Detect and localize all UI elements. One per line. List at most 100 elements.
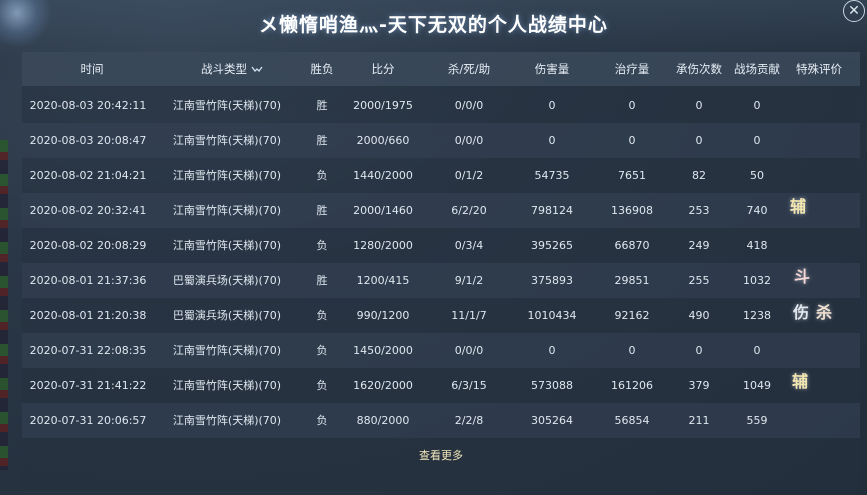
cell-damage-taken: 0: [695, 99, 703, 112]
records-panel: 时间 战斗类型 胜负 比分 杀/死/助 伤害量 治疗量 承伤次数 战场贡献 特殊…: [22, 52, 860, 490]
cell-time: 2020-08-03 20:08:47: [29, 134, 147, 147]
col-score: 比分: [371, 62, 395, 76]
cell-kda: 6/2/20: [451, 204, 487, 217]
close-button[interactable]: ✕: [843, 0, 865, 22]
page-title: メ懒惰哨渔灬-天下无双的个人战绩中心: [259, 14, 608, 36]
cell-damage-taken: 255: [688, 274, 710, 287]
cell-damage: 798124: [531, 204, 573, 217]
cell-battle-type: 江南雪竹阵(天梯)(70): [172, 134, 282, 147]
cell-damage-taken: 253: [688, 204, 710, 217]
col-healing: 治疗量: [614, 62, 650, 76]
table-row: 2020-08-03 20:42:11 江南雪竹阵(天梯)(70) 胜 2000/19…: [22, 88, 860, 123]
cell-healing: 0: [628, 99, 636, 112]
cell-damage: 1010434: [527, 309, 577, 322]
cell-kda: 0/0/0: [454, 134, 484, 147]
view-more-button[interactable]: 查看更多: [22, 447, 860, 463]
cell-kda: 0/0/0: [454, 344, 484, 357]
cell-battle-type: 江南雪竹阵(天梯)(70): [172, 204, 282, 217]
cell-contribution: 50: [750, 169, 764, 182]
cell-contribution: 418: [746, 239, 768, 252]
left-edge-strip: [0, 140, 8, 470]
cell-damage: 375893: [531, 274, 573, 287]
cell-score: 880/2000: [356, 414, 410, 427]
cell-damage-taken: 249: [688, 239, 710, 252]
col-battle-type[interactable]: 战斗类型: [192, 52, 272, 86]
cell-score: 1280/2000: [353, 239, 413, 252]
cell-contribution: 0: [753, 344, 761, 357]
cell-battle-type: 巴蜀演兵场(天梯)(70): [172, 274, 282, 287]
cell-healing: 66870: [614, 239, 650, 252]
cell-result: 胜: [316, 204, 328, 217]
cell-kda: 11/1/7: [451, 309, 487, 322]
table-row: 2020-07-31 20:06:57 江南雪竹阵(天梯)(70) 负 880/200…: [22, 403, 860, 438]
badge-damage: 伤: [793, 303, 810, 322]
cell-healing: 92162: [614, 309, 650, 322]
cell-kda: 6/3/15: [451, 379, 487, 392]
badge-kill: 杀: [816, 303, 833, 322]
filter-chevron-icon[interactable]: [251, 66, 263, 74]
cell-damage: 0: [548, 344, 556, 357]
cell-result: 负: [316, 239, 328, 252]
cell-healing: 0: [628, 134, 636, 147]
table-header: 时间 战斗类型 胜负 比分 杀/死/助 伤害量 治疗量 承伤次数 战场贡献 特殊…: [22, 52, 860, 86]
cell-battle-type: 江南雪竹阵(天梯)(70): [172, 414, 282, 427]
cell-time: 2020-07-31 21:41:22: [29, 379, 147, 392]
cell-healing: 136908: [611, 204, 653, 217]
cell-damage-taken: 82: [692, 169, 706, 182]
cell-score: 990/1200: [356, 309, 410, 322]
cell-damage-taken: 211: [688, 414, 710, 427]
cell-contribution: 1032: [743, 274, 771, 287]
cell-contribution: 740: [746, 204, 768, 217]
cell-time: 2020-08-01 21:20:38: [29, 309, 147, 322]
cell-damage: 305264: [531, 414, 573, 427]
cell-contribution: 1238: [743, 309, 771, 322]
table-row: 2020-08-02 21:04:21 江南雪竹阵(天梯)(70) 负 1440/20…: [22, 158, 860, 193]
cell-contribution: 0: [753, 134, 761, 147]
cell-battle-type: 巴蜀演兵场(天梯)(70): [172, 309, 282, 322]
col-damage: 伤害量: [534, 62, 570, 76]
cell-battle-type: 江南雪竹阵(天梯)(70): [172, 344, 282, 357]
cell-result: 胜: [316, 134, 328, 147]
table-row: 2020-08-01 21:37:36 巴蜀演兵场(天梯)(70) 胜 1200/41…: [22, 263, 860, 298]
cell-healing: 0: [628, 344, 636, 357]
col-damage-taken: 承伤次数: [676, 62, 722, 76]
col-result: 胜负: [310, 62, 334, 76]
cell-result: 胜: [316, 99, 328, 112]
cell-kda: 2/2/8: [454, 414, 484, 427]
cell-score: 2000/1975: [353, 99, 413, 112]
cell-damage-taken: 0: [695, 344, 703, 357]
cell-kda: 0/3/4: [454, 239, 484, 252]
cell-battle-type: 江南雪竹阵(天梯)(70): [172, 239, 282, 252]
badge-fight: 斗: [794, 267, 811, 286]
cell-result: 负: [316, 309, 328, 322]
cell-score: 2000/1460: [353, 204, 413, 217]
badge-assist-2: 辅: [792, 372, 809, 391]
cell-damage: 395265: [531, 239, 573, 252]
table-row: 2020-08-01 21:20:38 巴蜀演兵场(天梯)(70) 负 990/120…: [22, 298, 860, 333]
cell-contribution: 559: [746, 414, 768, 427]
cell-score: 1450/2000: [353, 344, 413, 357]
cell-time: 2020-08-02 20:32:41: [29, 204, 147, 217]
col-contribution: 战场贡献: [734, 62, 780, 76]
cell-damage-taken: 0: [695, 134, 703, 147]
col-special: 特殊评价: [796, 62, 842, 76]
cell-contribution: 1049: [743, 379, 771, 392]
col-time: 时间: [80, 62, 104, 76]
table-row: 2020-07-31 22:08:35 江南雪竹阵(天梯)(70) 负 1450/20…: [22, 333, 860, 368]
cell-healing: 161206: [611, 379, 653, 392]
cell-score: 2000/660: [356, 134, 410, 147]
cell-result: 负: [316, 414, 328, 427]
badge-assist: 辅: [790, 197, 807, 216]
table-row: 2020-07-31 21:41:22 江南雪竹阵(天梯)(70) 负 1620/20…: [22, 368, 860, 403]
table-row: 2020-08-02 20:32:41 江南雪竹阵(天梯)(70) 胜 2000/14…: [22, 193, 860, 228]
cell-contribution: 0: [753, 99, 761, 112]
cell-score: 1620/2000: [353, 379, 413, 392]
cell-result: 负: [316, 344, 328, 357]
cell-kda: 9/1/2: [454, 274, 484, 287]
table-row: 2020-08-02 20:08:29 江南雪竹阵(天梯)(70) 负 1280/20…: [22, 228, 860, 263]
cell-score: 1200/415: [356, 274, 410, 287]
cell-result: 胜: [316, 274, 328, 287]
cell-healing: 56854: [614, 414, 650, 427]
cell-battle-type: 江南雪竹阵(天梯)(70): [172, 99, 282, 112]
col-kda: 杀/死/助: [447, 62, 491, 76]
